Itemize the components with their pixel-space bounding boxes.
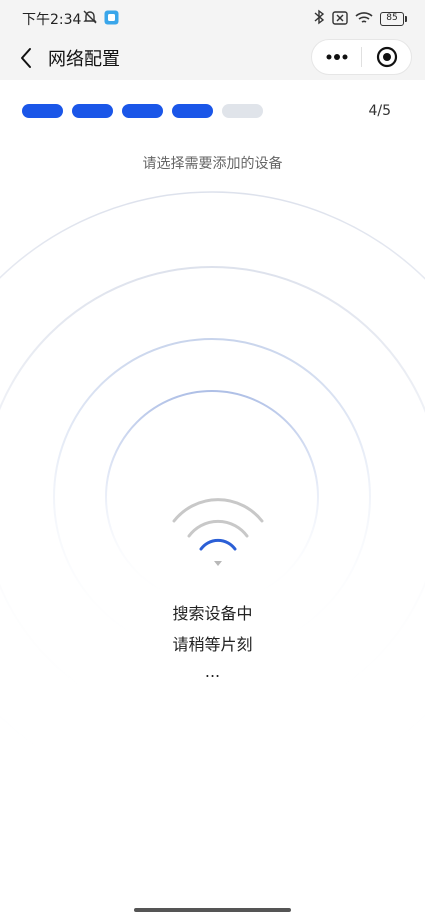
nav-bar: 网络配置 bbox=[0, 36, 425, 80]
mute-icon bbox=[82, 9, 98, 29]
wifi-signal-icon bbox=[355, 10, 373, 29]
wifi-searching-icon bbox=[172, 498, 264, 566]
back-button[interactable] bbox=[12, 44, 40, 72]
loading-dots: ... bbox=[204, 662, 221, 681]
status-time: 下午2:34 bbox=[22, 12, 82, 28]
progress-step-4 bbox=[172, 104, 213, 118]
bottom-bar bbox=[0, 899, 425, 921]
step-progress bbox=[22, 104, 263, 118]
bluetooth-icon bbox=[313, 9, 325, 29]
instruction-text: 请选择需要添加的设备 bbox=[142, 156, 283, 172]
more-dots-icon bbox=[326, 54, 347, 60]
app-notification-icon bbox=[104, 10, 119, 29]
target-circle-icon bbox=[376, 46, 397, 68]
back-arrow-icon bbox=[21, 48, 31, 68]
battery-icon: 85 bbox=[380, 12, 407, 26]
mini-program-capsule bbox=[311, 39, 412, 75]
home-indicator[interactable] bbox=[134, 908, 291, 912]
please-wait-label: 请稍等片刻 bbox=[172, 635, 253, 654]
progress-step-5 bbox=[222, 104, 263, 118]
radar-rings bbox=[0, 191, 425, 803]
more-button[interactable] bbox=[312, 40, 361, 74]
status-bar: 下午2:34 85 bbox=[0, 0, 425, 36]
step-counter: 4/5 bbox=[368, 103, 391, 119]
battery-level: 85 bbox=[380, 12, 404, 26]
progress-step-1 bbox=[22, 104, 63, 118]
progress-step-3 bbox=[122, 104, 163, 118]
sim-icon bbox=[332, 10, 348, 29]
page-title: 网络配置 bbox=[48, 49, 120, 70]
searching-label: 搜索设备中 bbox=[172, 604, 253, 623]
close-mini-program-button[interactable] bbox=[362, 40, 411, 74]
progress-step-2 bbox=[72, 104, 113, 118]
